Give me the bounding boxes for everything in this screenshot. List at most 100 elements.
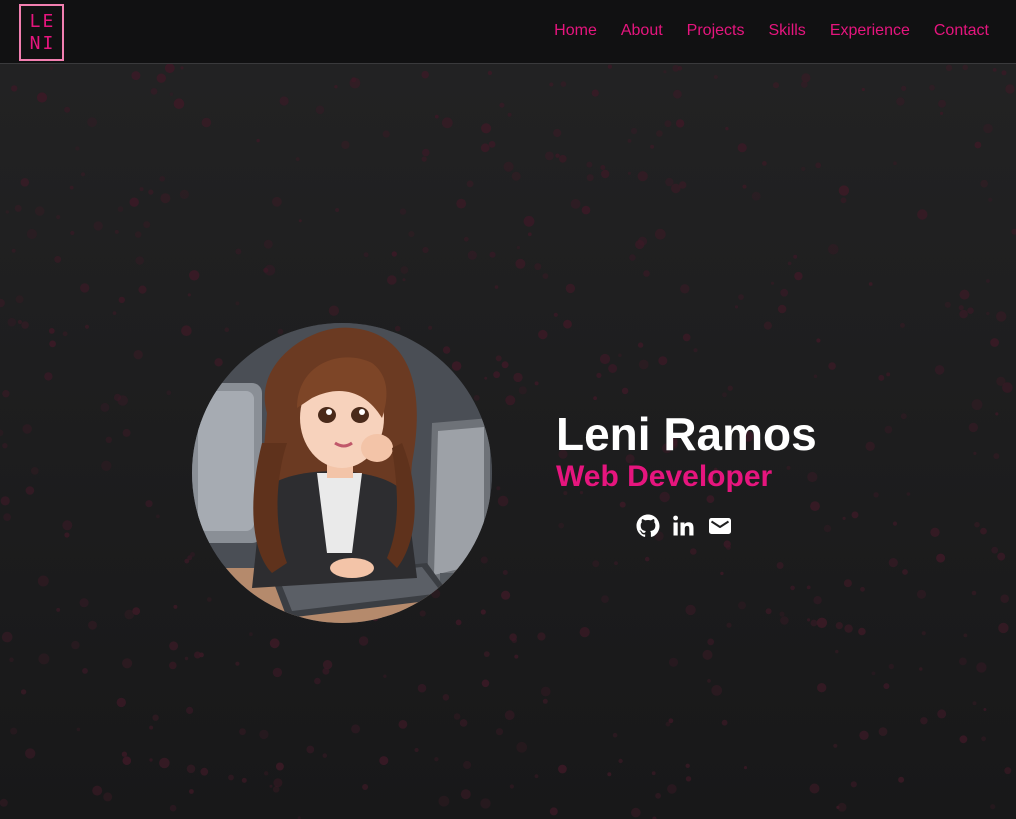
particle-dot [21,321,29,329]
particle-dot [159,757,170,769]
particle-dot [69,185,74,190]
particle-dot [892,521,898,526]
particle-dot [56,215,61,220]
email-icon [709,518,731,534]
particle-dot [322,660,333,670]
nav-link-projects[interactable]: Projects [687,22,745,40]
particle-dot [139,187,144,192]
particle-dot [272,196,282,207]
particle-dot [135,256,144,265]
particle-dot [64,106,71,113]
nav-link-home[interactable]: Home [554,22,597,40]
particle-dot [558,764,567,774]
particle-dot [675,119,685,128]
particle-dot [861,87,865,92]
particle-dot [916,589,927,599]
logo[interactable]: LE NI [19,4,64,61]
particle-dot [322,753,328,758]
particle-dot [713,75,718,79]
particle-dot [726,622,732,628]
particle-dot [88,620,97,630]
particle-dot [838,185,850,196]
particle-dot [549,807,558,816]
particle-dot [22,424,32,434]
particle-dot [20,689,27,695]
particle-dot [707,638,715,646]
nav-link-experience[interactable]: Experience [830,22,910,40]
particle-dot [809,783,820,794]
particle-dot [980,527,987,535]
particle-dot [37,575,49,587]
particle-dot [186,764,196,774]
particle-dot [983,123,993,134]
particle-dot [958,305,964,311]
github-link[interactable] [636,513,660,539]
nav-link-skills[interactable]: Skills [768,22,805,40]
particle-dot [25,748,36,759]
particle-dot [680,284,690,294]
particle-dot [76,727,81,732]
particle-dot [607,772,612,777]
particle-dot [565,283,576,294]
particle-dot [129,197,139,207]
nav-link-about[interactable]: About [621,22,663,40]
particle-dot [878,374,885,381]
particle-dot [619,501,626,508]
particle-dot [362,784,369,790]
particle-dot [1001,70,1007,76]
logo-line-1: LE [29,10,56,32]
particle-dot [900,413,907,420]
particle-dot [14,204,22,212]
particle-dot [844,624,853,633]
particle-dot [959,309,968,319]
particle-dot [295,157,300,162]
particle-dot [459,719,468,727]
particle-dot [363,252,369,258]
particle-dot [772,82,780,89]
particle-dot [893,161,897,166]
particle-dot [553,312,558,317]
particle-dot [868,282,873,286]
particle-dot [150,88,158,95]
github-icon [636,514,660,537]
particle-dot [973,451,977,455]
particle-dot [945,64,953,72]
particle-dot [702,649,713,660]
particle-dot [618,353,622,358]
particle-dot [937,709,947,719]
particle-dot [187,293,191,297]
particle-dot [80,283,90,293]
email-link[interactable] [708,513,732,539]
navbar: LE NI Home About Projects Skills Experie… [0,0,1016,64]
particle-dot [438,795,450,807]
particle-dot [816,338,821,343]
particle-dot [421,156,427,162]
particle-dot [156,514,160,519]
particle-dot [777,304,787,314]
nav-link-contact[interactable]: Contact [934,22,989,40]
particle-dot [976,662,987,673]
particle-dot [971,590,977,596]
particle-dot [11,85,18,92]
particle-dot [145,500,153,508]
particle-dot [763,321,773,330]
particle-dot [959,657,967,666]
particle-dot [794,271,803,281]
linkedin-link[interactable] [672,513,696,539]
particle-dot [298,219,302,223]
particle-dot [501,590,511,600]
particle-dot [934,365,945,375]
social-links [636,513,732,539]
particle-dot [54,255,62,263]
particle-dot [828,244,839,255]
particle-dot [112,311,117,315]
particle-dot [919,667,923,671]
particle-dot [599,353,611,365]
particle-dot [833,743,838,748]
particle-dot [56,607,61,612]
particle-dot [75,146,80,151]
particle-dot [7,317,17,327]
particle-dot [940,111,944,115]
particle-dot [241,777,247,783]
particle-dot [189,789,194,794]
